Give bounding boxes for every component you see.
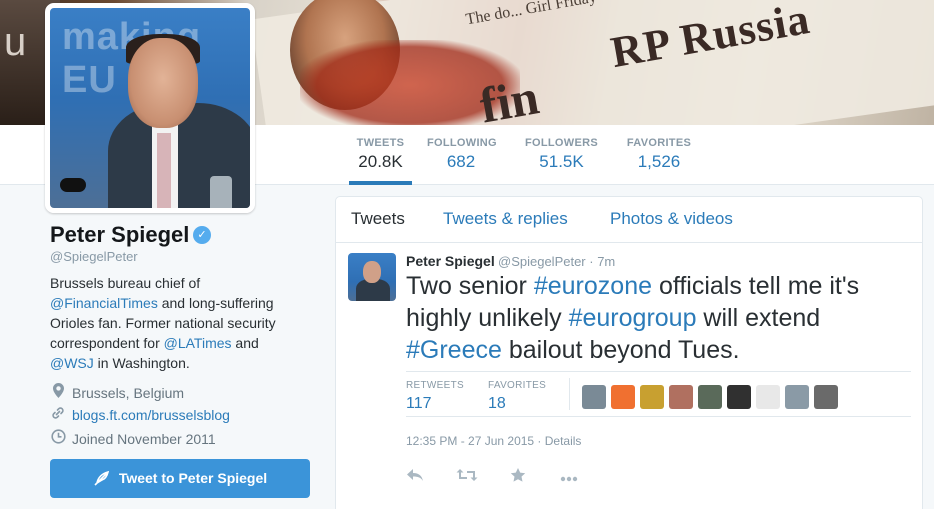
tweet-item[interactable]: Peter Spiegel @SpiegelPeter · 7m Two sen… [336, 243, 922, 503]
location-text: Brussels, Belgium [72, 385, 185, 401]
favoriter-9-avatar[interactable] [814, 385, 838, 409]
avatar-tie [157, 133, 171, 208]
reply-icon[interactable] [406, 467, 424, 487]
tweet-avatar-head [363, 261, 381, 283]
tweet-text-1: Two senior [406, 272, 534, 300]
tweet-author-name[interactable]: Peter Spiegel [406, 253, 495, 269]
favoriter-2-avatar[interactable] [611, 385, 635, 409]
nav-tweets-value: 20.8K [358, 152, 403, 171]
verified-check-icon: ✓ [193, 226, 211, 244]
avatar-head [128, 38, 198, 128]
joined-text: Joined November 2011 [72, 431, 216, 447]
tweet-handle-time[interactable]: @SpiegelPeter · 7m [498, 254, 615, 269]
nav-favorites[interactable]: FAVORITES 1,526 [626, 125, 692, 185]
banner-left-text: u [4, 20, 27, 64]
avatar-bottle [210, 176, 232, 208]
tweet-text-4: bailout beyond Tues. [501, 336, 740, 364]
hashtag-greece[interactable]: #Greece [406, 336, 502, 364]
profile-location: Brussels, Belgium [50, 383, 184, 401]
profile-website: blogs.ft.com/brusselsblog [50, 406, 230, 423]
timeline: Tweets Tweets & replies Photos & videos … [335, 196, 923, 509]
nav-following-value: 682 [446, 152, 476, 171]
bio-text-1: Brussels bureau chief of [50, 275, 201, 291]
bio-link-financialtimes[interactable]: @FinancialTimes [50, 295, 158, 311]
profile-name[interactable]: Peter Spiegel [50, 222, 189, 248]
profile-avatar[interactable]: making EU [45, 3, 255, 213]
website-link[interactable]: blogs.ft.com/brusselsblog [72, 407, 230, 423]
tweet-stats: RETWEETS 117 FAVORITES 18 [406, 371, 911, 417]
nav-favorites-value: 1,526 [637, 152, 681, 171]
details-link[interactable]: Details [545, 434, 582, 448]
favoriter-3-avatar[interactable] [640, 385, 664, 409]
profile-bio: Brussels bureau chief of @FinancialTimes… [50, 273, 305, 373]
tweet-text-3: will extend [696, 304, 821, 332]
favoriter-6-avatar[interactable] [727, 385, 751, 409]
retweet-icon[interactable] [456, 467, 478, 487]
hashtag-eurozone[interactable]: #eurozone [534, 272, 652, 300]
tweet-text: Two senior #eurozone officials tell me i… [406, 270, 911, 366]
star-icon[interactable] [510, 467, 526, 488]
favorite-stat[interactable]: FAVORITES 18 [488, 380, 546, 413]
nav-favorites-label: FAVORITES [626, 137, 692, 149]
calendar-icon [50, 429, 66, 447]
favoriter-7-avatar[interactable] [756, 385, 780, 409]
nav-followers-label: FOLLOWERS [525, 137, 598, 149]
bio-link-wsj[interactable]: @WSJ [50, 355, 94, 371]
tab-tweets-replies[interactable]: Tweets & replies [443, 209, 568, 229]
nav-following[interactable]: FOLLOWING 682 [427, 125, 497, 185]
bio-link-latimes[interactable]: @LATimes [164, 335, 232, 351]
retweets-count: 117 [406, 395, 432, 412]
favoriter-4-avatar[interactable] [669, 385, 693, 409]
favorites-count: 18 [488, 395, 506, 412]
nav-followers-value: 51.5K [539, 152, 584, 171]
favoriter-1-avatar[interactable] [582, 385, 606, 409]
bio-text-4: in Washington. [93, 355, 190, 371]
nav-tweets-label: TWEETS [356, 137, 405, 149]
profile-handle[interactable]: @SpiegelPeter [50, 249, 138, 264]
more-icon[interactable] [560, 467, 578, 487]
tweet-date: 12:35 PM - 27 Jun 2015 · [406, 434, 545, 448]
avatar-microphone [60, 178, 86, 192]
nav-followers[interactable]: FOLLOWERS 51.5K [525, 125, 598, 185]
retweets-label: RETWEETS [406, 380, 464, 391]
tweet-avatar[interactable] [348, 253, 396, 301]
tweet-timestamp: 12:35 PM - 27 Jun 2015 · Details [406, 434, 581, 448]
banner-headline-2: fin [475, 68, 543, 125]
quill-icon [93, 459, 111, 498]
favoriter-8-avatar[interactable] [785, 385, 809, 409]
tab-tweets[interactable]: Tweets [351, 209, 405, 229]
tweet-to-label: Tweet to Peter Spiegel [118, 470, 268, 486]
bio-text-3: and [231, 335, 259, 351]
retweet-stat[interactable]: RETWEETS 117 [406, 380, 464, 413]
link-icon [50, 406, 66, 423]
favoriter-5-avatar[interactable] [698, 385, 722, 409]
tab-photos-videos[interactable]: Photos & videos [610, 209, 733, 229]
timeline-tabs: Tweets Tweets & replies Photos & videos [336, 197, 922, 243]
stats-divider [569, 378, 570, 410]
favorites-label: FAVORITES [488, 380, 547, 391]
tweet-to-button[interactable]: Tweet to Peter Spiegel [50, 459, 310, 498]
map-pin-icon [50, 383, 66, 401]
hashtag-eurogroup[interactable]: #eurogroup [569, 304, 697, 332]
nav-tweets[interactable]: TWEETS 20.8K [349, 125, 412, 185]
nav-following-label: FOLLOWING [427, 137, 497, 149]
profile-joined: Joined November 2011 [50, 429, 216, 447]
